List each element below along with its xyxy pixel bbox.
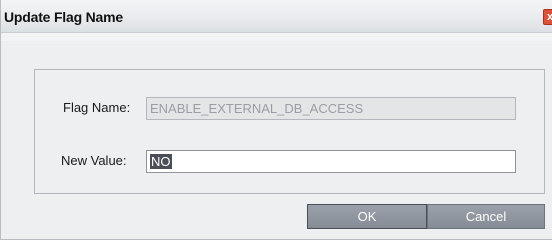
flag-name-field: ENABLE_EXTERNAL_DB_ACCESS	[146, 97, 516, 120]
close-button[interactable]: x	[543, 9, 552, 25]
cancel-button[interactable]: Cancel	[427, 204, 545, 229]
title-separator	[1, 33, 552, 41]
form-panel	[34, 69, 545, 194]
dialog-title: Update Flag Name	[4, 9, 123, 25]
ok-button[interactable]: OK	[307, 204, 427, 229]
flag-name-label: Flag Name:	[63, 100, 131, 115]
update-flag-dialog: Update Flag Name x Flag Name: ENABLE_EXT…	[0, 0, 552, 240]
close-icon: x	[546, 11, 552, 23]
new-value-field[interactable]: NO	[146, 150, 516, 173]
new-value-label: New Value:	[61, 153, 127, 168]
new-value-text: NO	[150, 154, 172, 169]
title-bar[interactable]: Update Flag Name x	[1, 0, 552, 33]
